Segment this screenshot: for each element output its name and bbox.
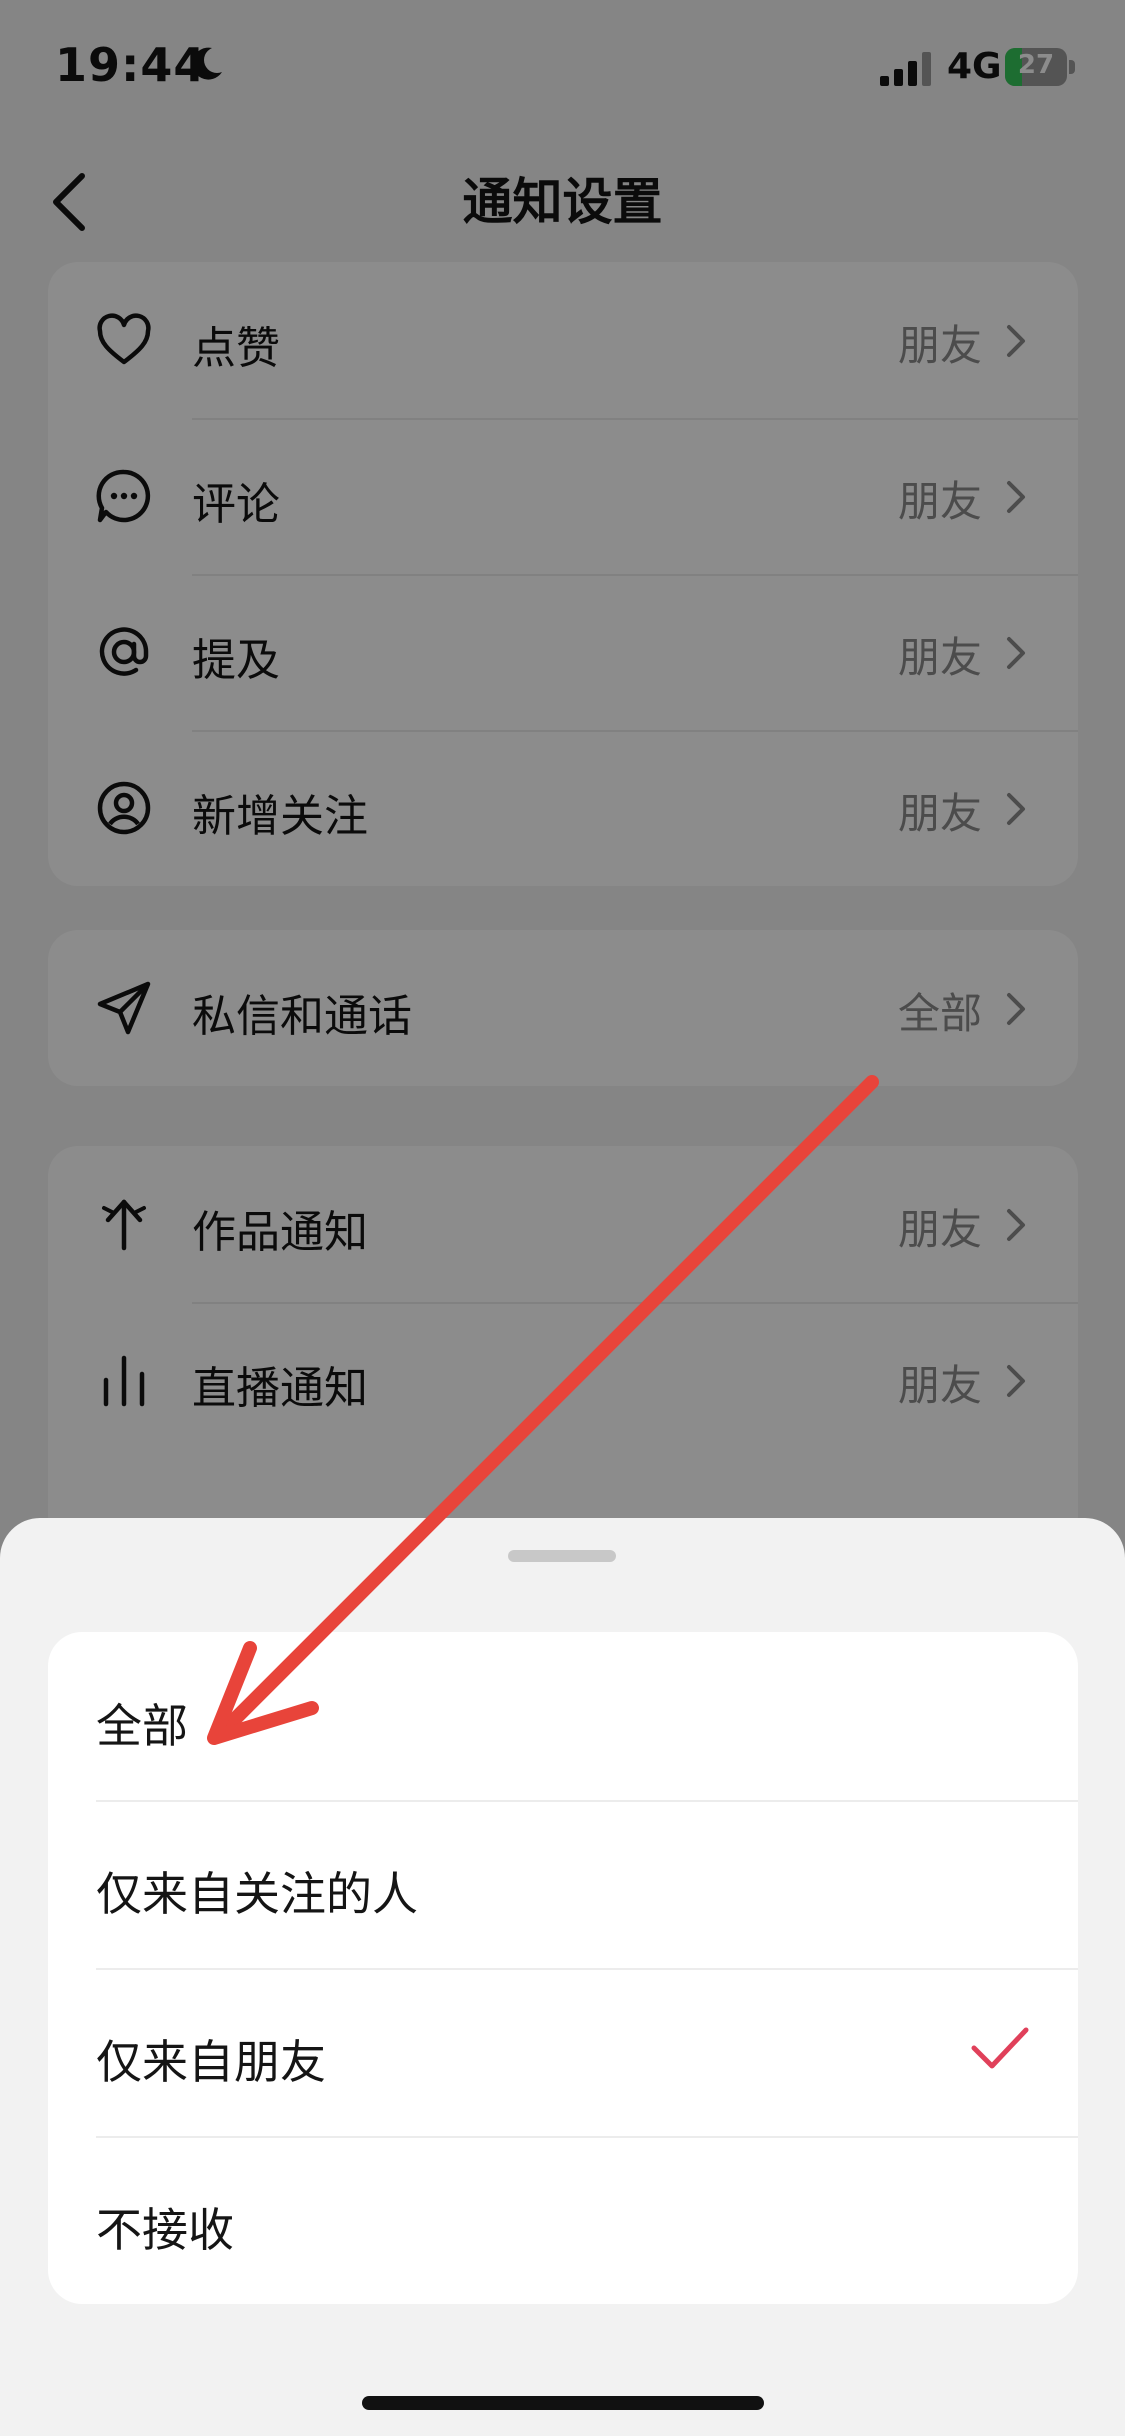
home-indicator	[362, 2396, 764, 2410]
option-all[interactable]: 全部	[48, 1632, 1078, 1800]
checkmark-icon	[971, 2027, 1029, 2069]
option-friends-only[interactable]: 仅来自朋友	[48, 1968, 1078, 2136]
option-label: 不接收	[96, 2203, 234, 2257]
screen: 19:44 4G 27 通知设置 点赞 朋友 评论 朋友 提及 朋友 新增关注 …	[0, 0, 1125, 2436]
option-label: 全部	[96, 1699, 188, 1753]
option-list: 全部 仅来自关注的人 仅来自朋友 不接收	[48, 1632, 1078, 2304]
option-label: 仅来自朋友	[96, 2035, 326, 2089]
option-none[interactable]: 不接收	[48, 2136, 1078, 2304]
sheet-drag-handle[interactable]	[508, 1550, 616, 1562]
option-label: 仅来自关注的人	[96, 1867, 418, 1921]
bottom-sheet: 全部 仅来自关注的人 仅来自朋友 不接收	[0, 1518, 1125, 2436]
option-followed-only[interactable]: 仅来自关注的人	[48, 1800, 1078, 1968]
